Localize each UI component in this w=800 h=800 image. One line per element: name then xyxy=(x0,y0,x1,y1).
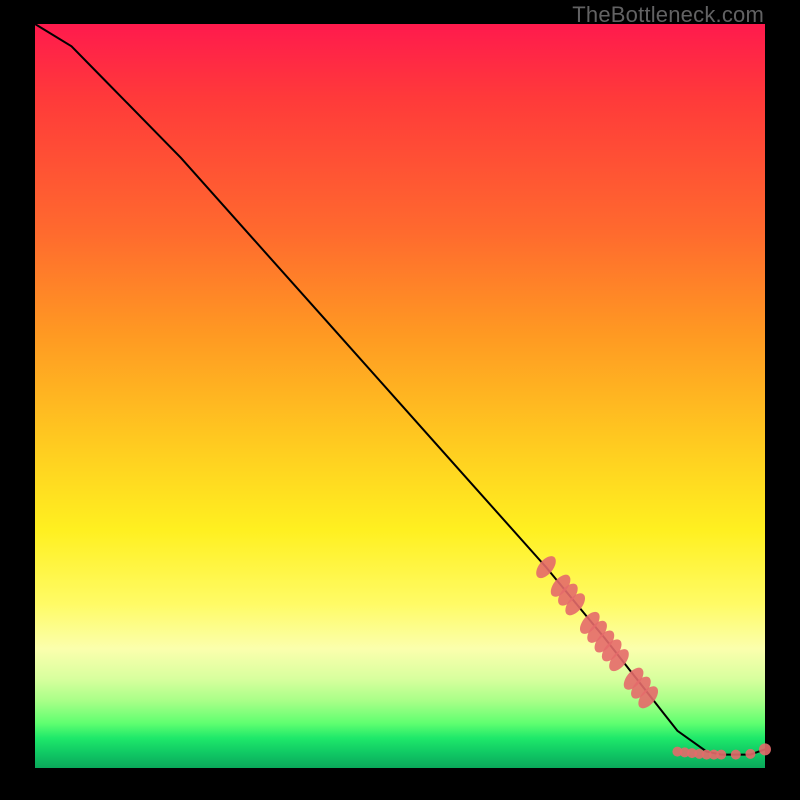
marker-highlight-flat xyxy=(731,750,741,760)
chart-overlay xyxy=(35,24,765,768)
series-curve xyxy=(35,24,765,755)
marker-highlight-flat xyxy=(745,749,755,759)
marker-highlight-flat xyxy=(759,743,771,755)
chart-frame: TheBottleneck.com xyxy=(0,0,800,800)
marker-highlight-flat xyxy=(716,750,726,760)
